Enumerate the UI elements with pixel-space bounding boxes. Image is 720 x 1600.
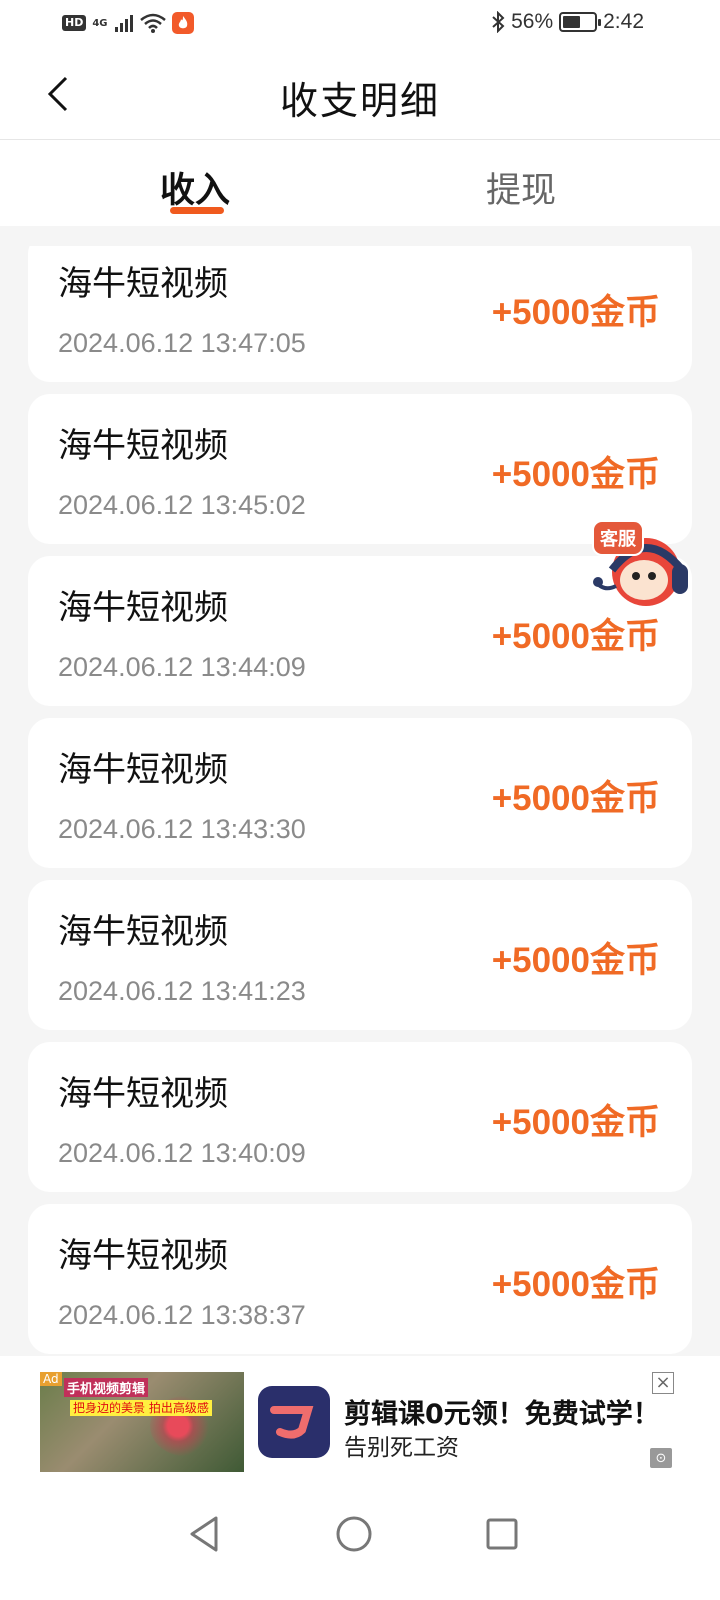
record-amount: +5000金币 [491,779,660,818]
battery-percent: 56% [511,10,554,33]
status-bar: HD 4G 56% 2:42 [0,0,720,48]
nav-back-icon[interactable] [184,1512,228,1556]
close-icon[interactable]: × [652,1372,674,1394]
record-source: 海牛短视频 [58,426,228,466]
customer-service-button[interactable]: 客服 [592,520,698,612]
ad-app-icon[interactable] [258,1386,330,1458]
ad-tag: Ad [40,1372,62,1386]
record-item: 海牛短视频 2024.06.12 13:41:23 +5000金币 [28,880,692,1030]
record-time: 2024.06.12 13:41:23 [58,976,306,1006]
ad-app-logo-icon [270,1406,314,1439]
hot-app-icon [171,12,194,34]
hd-badge: HD [62,15,87,31]
network-type: 4G [92,17,108,29]
record-item: 海牛短视频 2024.06.12 13:38:37 +5000金币 [28,1204,692,1354]
record-time: 2024.06.12 13:44:09 [58,652,306,682]
bluetooth-icon [492,11,505,33]
battery-fill [563,16,580,28]
nav-home-icon[interactable] [332,1512,376,1556]
record-amount: +5000金币 [491,455,660,494]
record-source: 海牛短视频 [58,912,228,952]
status-left: HD 4G [62,12,194,34]
system-nav-bar [0,1474,720,1600]
record-item: 海牛短视频 2024.06.12 13:47:05 +5000金币 [28,246,692,382]
tab-withdraw[interactable]: 提现 [486,162,556,213]
record-source: 海牛短视频 [58,750,228,790]
record-time: 2024.06.12 13:43:30 [58,814,306,844]
record-source: 海牛短视频 [58,1236,228,1276]
active-tab-indicator [170,207,224,214]
wifi-icon [139,13,166,33]
ad-title[interactable]: 剪辑课0元领！免费试学！ [344,1392,660,1431]
record-list-content: 海牛短视频 2024.06.12 13:47:05 +5000金币 海牛短视频 … [28,246,692,1372]
record-amount: +5000金币 [491,1103,660,1142]
record-time: 2024.06.12 13:47:05 [58,328,306,358]
record-time: 2024.06.12 13:40:09 [58,1138,306,1168]
battery-icon [559,12,602,32]
ad-subtitle: 告别死工资 [344,1435,459,1461]
signal-icon [114,15,133,32]
record-time: 2024.06.12 13:45:02 [58,490,306,520]
ad-banner[interactable]: Ad 手机视频剪辑 把身边的美景 拍出高级感 剪辑课0元领！免费试学！ 告别死工… [0,1356,720,1474]
record-source: 海牛短视频 [58,264,228,304]
record-source: 海牛短视频 [58,588,228,628]
record-item: 海牛短视频 2024.06.12 13:40:09 +5000金币 [28,1042,692,1192]
record-list[interactable]: 海牛短视频 2024.06.12 13:47:05 +5000金币 海牛短视频 … [0,246,720,1372]
record-item: 海牛短视频 2024.06.12 13:43:30 +5000金币 [28,718,692,868]
record-amount: +5000金币 [491,941,660,980]
status-right: 56% 2:42 [491,10,644,34]
tab-bar: 收入 提现 [0,140,720,226]
tab-income[interactable]: 收入 [160,162,230,213]
record-time: 2024.06.12 13:38:37 [58,1300,306,1330]
record-amount: +5000金币 [491,617,660,656]
header: 收支明细 [0,48,720,140]
page-title: 收支明细 [279,79,440,123]
ad-image-text-1: 手机视频剪辑 [64,1378,149,1397]
customer-service-label: 客服 [592,520,644,556]
ad-image-text-2: 把身边的美景 拍出高级感 [70,1400,212,1416]
ad-image[interactable]: Ad 手机视频剪辑 把身边的美景 拍出高级感 [40,1372,244,1472]
clock: 2:42 [603,10,644,33]
record-amount: +5000金币 [491,293,660,332]
record-source: 海牛短视频 [58,1074,228,1114]
record-amount: +5000金币 [491,1265,660,1304]
ad-info-icon[interactable]: ⊙ [650,1448,672,1468]
nav-recents-icon[interactable] [480,1512,524,1556]
